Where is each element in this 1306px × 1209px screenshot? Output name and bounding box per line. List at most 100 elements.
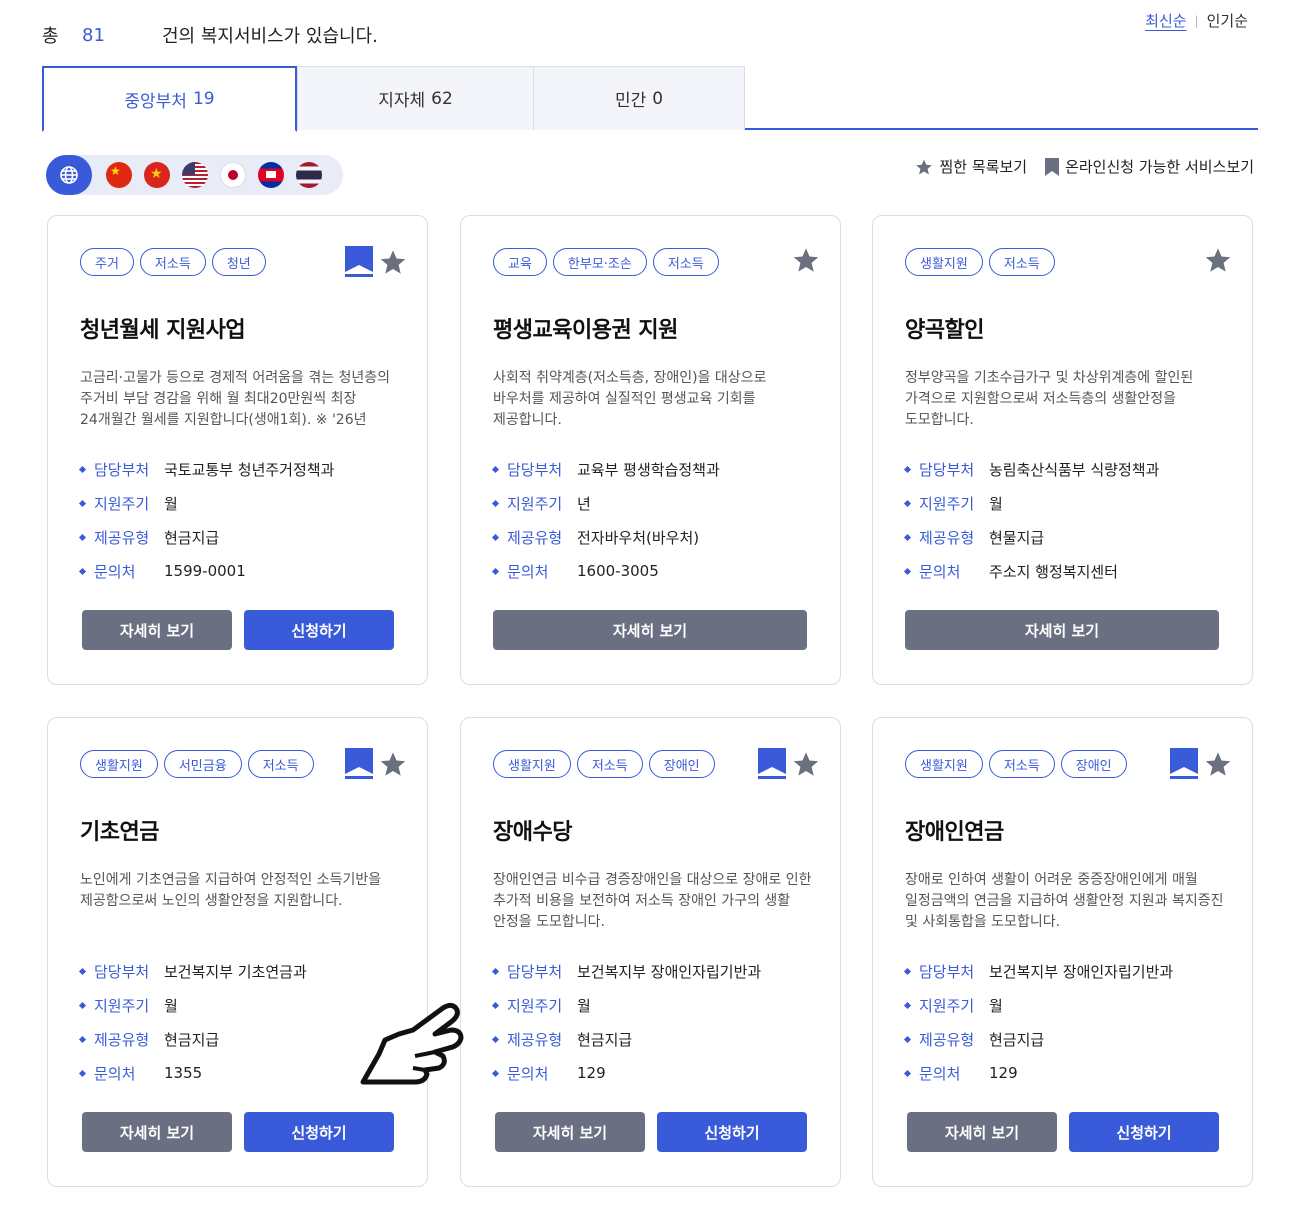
tab-central[interactable]: 중앙부처 19 [42, 66, 297, 132]
service-info: 담당부처 농림축산식품부 식량정책과 지원주기 월 제공유형 현물지급 문의처 … [903, 452, 1159, 588]
category-tag[interactable]: 저소득 [988, 248, 1055, 276]
info-label: 제공유형 [94, 1030, 150, 1049]
category-tag[interactable]: 생활지원 [80, 750, 158, 778]
sort-latest-link[interactable]: 최신순 [1145, 10, 1186, 31]
globe-icon[interactable] [46, 155, 92, 195]
apply-button[interactable]: 신청하기 [657, 1112, 807, 1152]
info-label: 제공유형 [94, 528, 150, 547]
flag-china-icon[interactable] [106, 162, 132, 188]
info-value: 월 [989, 494, 1003, 513]
category-tag[interactable]: 주거 [80, 248, 134, 276]
category-tag[interactable]: 생활지원 [493, 750, 571, 778]
info-value: 보건복지부 기초연금과 [164, 962, 307, 981]
diamond-bullet-icon [903, 533, 912, 541]
info-value: 월 [164, 996, 178, 1015]
flag-vietnam-icon[interactable] [144, 162, 170, 188]
detail-button[interactable]: 자세히 보기 [82, 1112, 232, 1152]
apply-button[interactable]: 신청하기 [244, 1112, 394, 1152]
service-card: 생활지원 저소득 장애인 장애수당 장애인연금 비수급 경증장애인을 대상으로 장애… [460, 717, 841, 1187]
service-description: 장애인연금 비수급 경증장애인을 대상으로 장애로 인한 추가적 비용을 보전하… [493, 872, 812, 930]
info-row-cycle: 지원주기 월 [903, 988, 1173, 1022]
service-card: 주거 저소득 청년 청년월세 지원사업 고금리·고물가 등으로 경제적 어려움을 겪… [47, 215, 428, 685]
sort-popular-link[interactable]: 인기순 [1207, 10, 1248, 31]
service-title[interactable]: 양곡할인 [905, 312, 984, 344]
info-value: 전자바우처(바우처) [577, 528, 700, 547]
tag-list: 교육 한부모·조손 저소득 [493, 248, 725, 276]
tag-list: 생활지원 저소득 [905, 248, 1061, 276]
card-buttons: 자세히 보기 [905, 610, 1219, 650]
detail-button[interactable]: 자세히 보기 [493, 610, 807, 650]
info-row-contact: 문의처 129 [903, 1056, 1173, 1090]
info-row-cycle: 지원주기 년 [491, 486, 720, 520]
category-tag[interactable]: 저소득 [576, 750, 643, 778]
online-apply-bookmark-icon[interactable] [758, 748, 786, 780]
card-buttons: 자세히 보기 신청하기 [82, 1112, 394, 1152]
category-tag[interactable]: 서민금융 [163, 750, 242, 778]
favorite-star-icon[interactable] [792, 246, 820, 274]
card-actions [758, 748, 820, 780]
flag-cambodia-icon[interactable] [258, 162, 284, 188]
category-tag[interactable]: 교육 [493, 248, 547, 276]
tab-private[interactable]: 민간 0 [533, 66, 745, 130]
star-icon [915, 158, 933, 176]
category-tag[interactable]: 생활지원 [905, 248, 983, 276]
service-title[interactable]: 장애인연금 [905, 814, 1004, 846]
favorite-star-icon[interactable] [379, 248, 407, 276]
service-title[interactable]: 장애수당 [493, 814, 572, 846]
category-tag[interactable]: 한부모·조손 [552, 248, 647, 276]
category-tag[interactable]: 장애인 [648, 750, 715, 778]
online-apply-bookmark-icon[interactable] [1170, 748, 1198, 780]
service-card: 생활지원 서민금융 저소득 기초연금 노인에게 기초연금을 지급하여 안정적인 소득… [47, 717, 428, 1187]
service-title[interactable]: 청년월세 지원사업 [80, 312, 246, 344]
online-apply-bookmark-icon[interactable] [345, 748, 373, 780]
apply-button[interactable]: 신청하기 [244, 610, 394, 650]
service-info: 담당부처 교육부 평생학습정책과 지원주기 년 제공유형 전자바우처(바우처) … [491, 452, 720, 588]
info-label: 담당부처 [919, 460, 975, 479]
service-title[interactable]: 평생교육이용권 지원 [493, 312, 678, 344]
info-row-dept: 담당부처 보건복지부 기초연금과 [78, 954, 307, 988]
tab-label: 중앙부처 [124, 91, 187, 112]
info-value: 보건복지부 장애인자립기반과 [989, 962, 1174, 981]
favorites-link[interactable]: 찜한 목록보기 [915, 156, 1027, 177]
card-buttons: 자세히 보기 신청하기 [495, 1112, 807, 1152]
flag-usa-icon[interactable] [182, 162, 208, 188]
info-label: 담당부처 [507, 460, 563, 479]
category-tag[interactable]: 저소득 [652, 248, 719, 276]
flag-japan-icon[interactable] [220, 162, 246, 188]
info-row-type: 제공유형 현금지급 [78, 1022, 307, 1056]
diamond-bullet-icon [78, 1035, 87, 1043]
favorite-star-icon[interactable] [792, 750, 820, 778]
info-label: 제공유형 [507, 528, 563, 547]
category-tag[interactable]: 저소득 [139, 248, 206, 276]
category-tag[interactable]: 저소득 [247, 750, 314, 778]
flag-thailand-icon[interactable] [296, 162, 322, 188]
info-label: 문의처 [507, 562, 549, 581]
detail-button[interactable]: 자세히 보기 [82, 610, 232, 650]
info-row-type: 제공유형 현금지급 [78, 520, 334, 554]
detail-button[interactable]: 자세히 보기 [495, 1112, 645, 1152]
category-tabs: 중앙부처 19 지자체 62 민간 0 [42, 66, 1258, 132]
favorite-star-icon[interactable] [379, 750, 407, 778]
online-apply-bookmark-icon[interactable] [345, 246, 373, 278]
favorite-star-icon[interactable] [1204, 750, 1232, 778]
favorite-star-icon[interactable] [1204, 246, 1232, 274]
info-value: 월 [989, 996, 1003, 1015]
pointer-hand-icon [360, 1002, 464, 1085]
category-tag[interactable]: 장애인 [1060, 750, 1127, 778]
detail-button[interactable]: 자세히 보기 [907, 1112, 1057, 1152]
online-apply-link[interactable]: 온라인신청 가능한 서비스보기 [1045, 156, 1254, 177]
online-apply-label: 온라인신청 가능한 서비스보기 [1065, 158, 1254, 176]
diamond-bullet-icon [491, 1069, 500, 1077]
service-card: 교육 한부모·조손 저소득 평생교육이용권 지원 사회적 취약계층(저소득층, 장애… [460, 215, 841, 685]
category-tag[interactable]: 저소득 [988, 750, 1055, 778]
tab-local[interactable]: 지자체 62 [297, 66, 534, 130]
info-label: 제공유형 [919, 528, 975, 547]
category-tag[interactable]: 청년 [211, 248, 266, 276]
service-title[interactable]: 기초연금 [80, 814, 159, 846]
info-label: 지원주기 [94, 996, 150, 1015]
detail-button[interactable]: 자세히 보기 [905, 610, 1219, 650]
apply-button[interactable]: 신청하기 [1069, 1112, 1219, 1152]
diamond-bullet-icon [78, 533, 87, 541]
info-value: 1599-0001 [164, 562, 246, 580]
category-tag[interactable]: 생활지원 [905, 750, 983, 778]
